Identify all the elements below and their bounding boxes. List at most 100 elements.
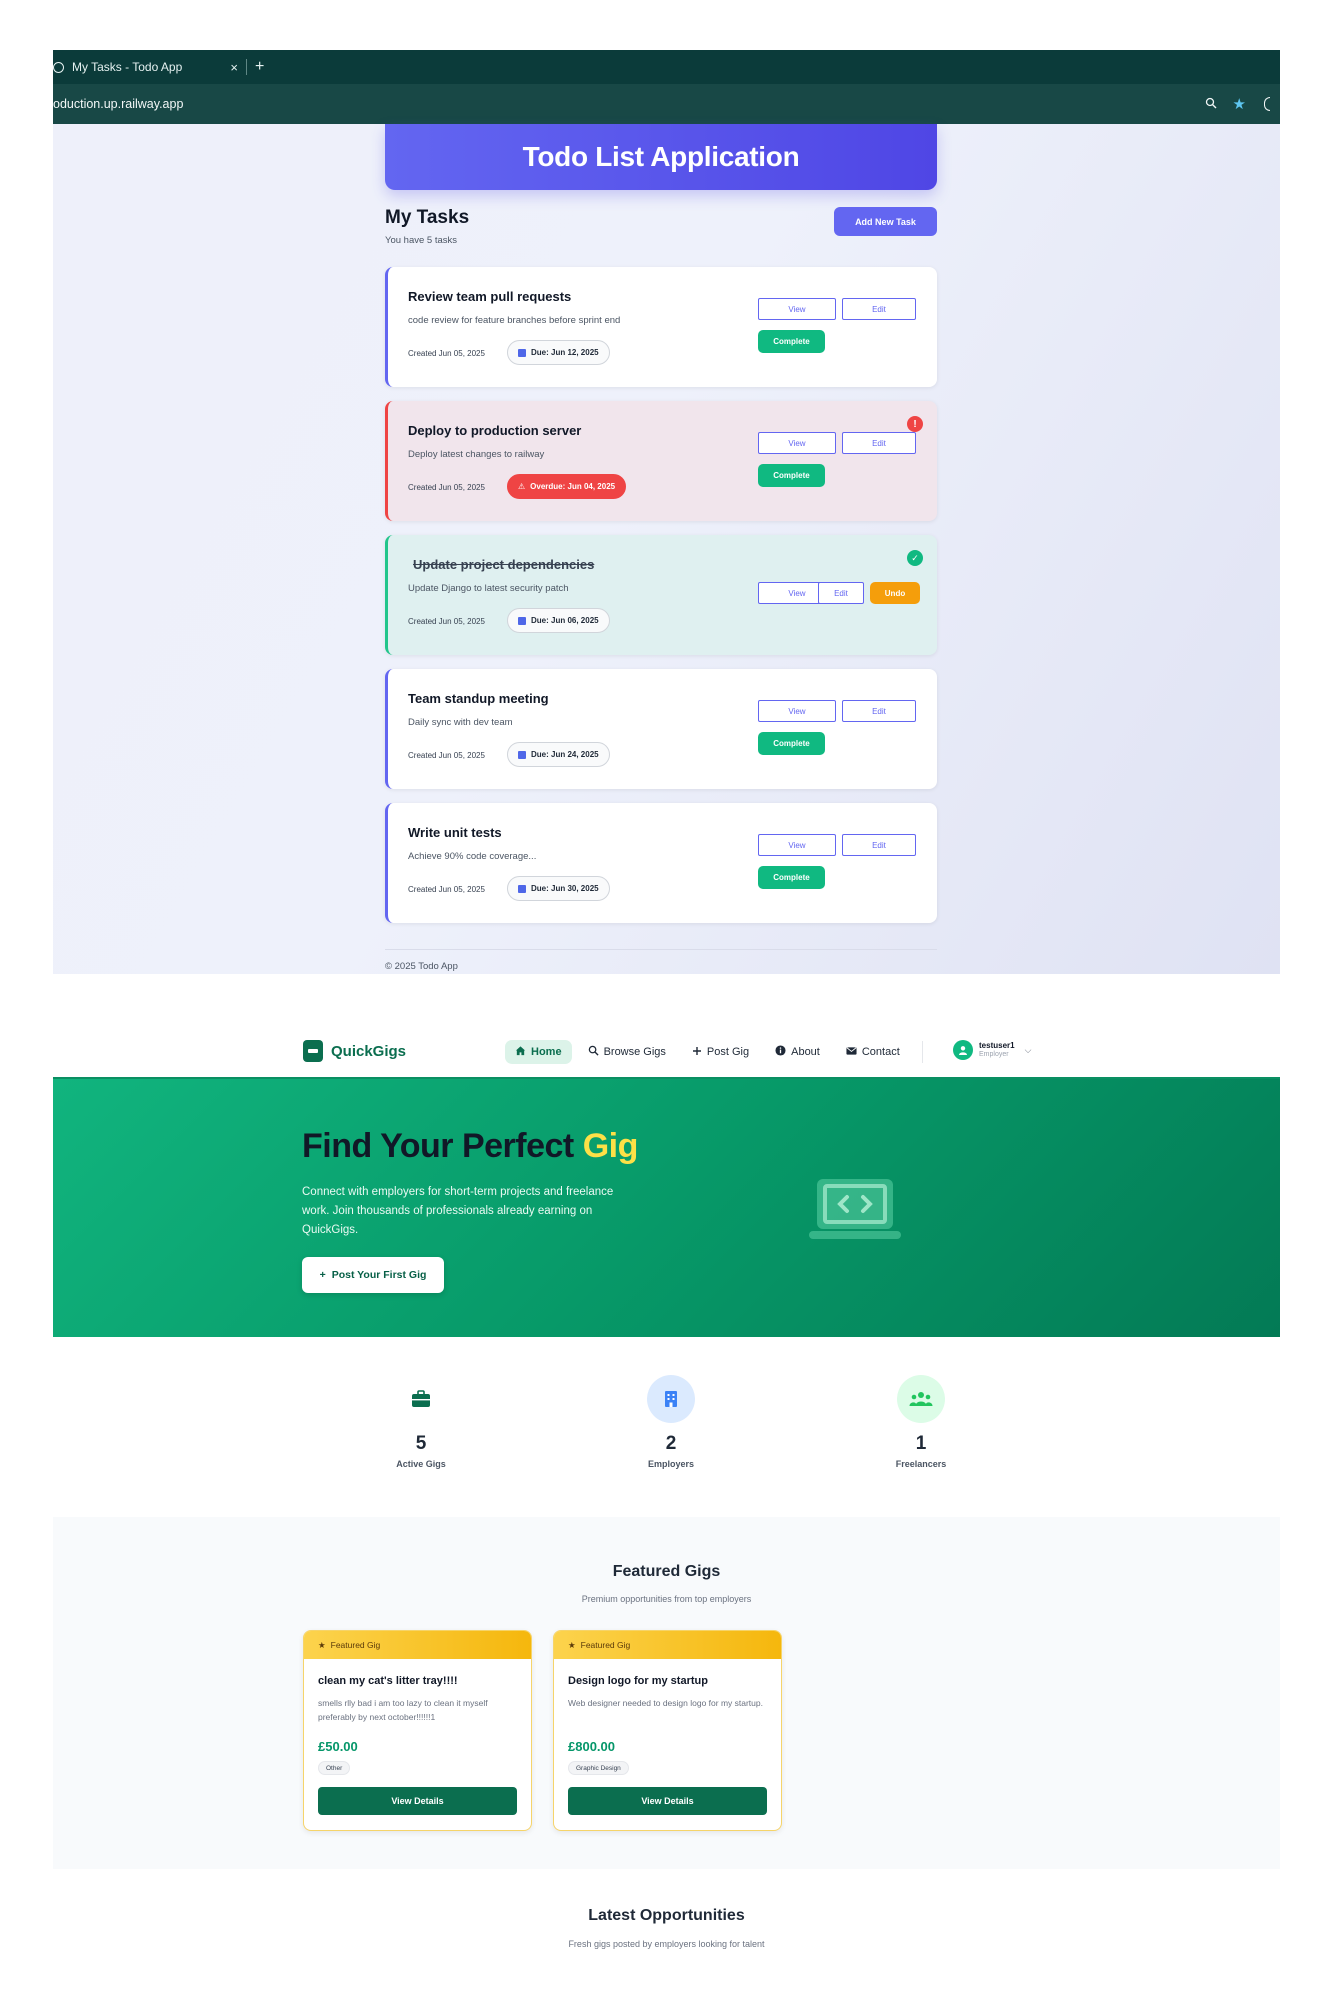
- featured-badge-label: Featured Gig: [330, 1640, 381, 1650]
- due-date-text: Due: Jun 30, 2025: [531, 884, 599, 893]
- view-details-button[interactable]: View Details: [318, 1787, 517, 1815]
- task-created-date: Created Jun 05, 2025: [408, 483, 485, 492]
- screenshot-root: My Tasks - Todo App × + oduction.up.rail…: [0, 0, 1333, 2000]
- profile-icon[interactable]: [1264, 97, 1270, 111]
- undo-button[interactable]: Undo: [870, 582, 920, 604]
- post-first-gig-button[interactable]: + Post Your First Gig: [302, 1257, 444, 1293]
- due-date-text: Due: Jun 12, 2025: [531, 348, 599, 357]
- nav-home[interactable]: Home: [505, 1040, 572, 1064]
- new-tab-button[interactable]: +: [255, 58, 264, 76]
- cta-label: Post Your First Gig: [331, 1269, 427, 1281]
- edit-button[interactable]: Edit: [842, 432, 916, 454]
- latest-subtitle: Fresh gigs posted by employers looking f…: [568, 1939, 765, 1949]
- brand[interactable]: QuickGigs: [303, 1040, 406, 1062]
- calendar-icon: [518, 616, 526, 625]
- view-button[interactable]: View: [758, 834, 836, 856]
- task-description: Update Django to latest security patch: [408, 583, 569, 594]
- task-description: Deploy latest changes to railway: [408, 449, 545, 460]
- nav-post-gig[interactable]: Post Gig: [682, 1041, 759, 1064]
- edit-button[interactable]: Edit: [842, 834, 916, 856]
- zoom-icon[interactable]: [1205, 97, 1217, 112]
- address-bar: oduction.up.railway.app ★: [53, 84, 1280, 124]
- complete-button[interactable]: Complete: [758, 866, 825, 889]
- latest-title: Latest Opportunities: [588, 1907, 745, 1924]
- tab-divider: [246, 59, 247, 75]
- check-icon: ✓: [907, 550, 923, 566]
- briefcase-logo-icon: [303, 1040, 323, 1062]
- complete-button[interactable]: Complete: [758, 464, 825, 487]
- star-icon: ★: [318, 1639, 326, 1650]
- gig-title: clean my cat's litter tray!!!!: [318, 1675, 458, 1687]
- nav-contact[interactable]: Contact: [836, 1041, 910, 1064]
- due-date-text: Overdue: Jun 04, 2025: [530, 482, 616, 491]
- task-title: Review team pull requests: [408, 289, 572, 304]
- nav-label: Post Gig: [706, 1046, 750, 1058]
- task-description: Achieve 90% code coverage...: [408, 851, 537, 862]
- bookmark-star-icon[interactable]: ★: [1233, 95, 1246, 113]
- gig-description: smells rlly bad i am too lazy to clean i…: [318, 1698, 488, 1722]
- task-description: Daily sync with dev team: [408, 717, 513, 728]
- tasks-header: My Tasks You have 5 tasks Add New Task: [385, 207, 937, 267]
- stat-employers: 2 Employers: [611, 1375, 731, 1469]
- edit-button[interactable]: Edit: [842, 298, 916, 320]
- task-card: Update project dependencies Update Django…: [385, 535, 937, 655]
- complete-button[interactable]: Complete: [758, 330, 825, 353]
- nav-label: Browse Gigs: [603, 1046, 666, 1058]
- home-icon: [515, 1045, 526, 1059]
- nav-links: Home Browse Gigs Post Gig About Contact: [505, 1040, 929, 1064]
- stat-label: Freelancers: [895, 1459, 947, 1469]
- task-count: You have 5 tasks: [385, 235, 458, 246]
- view-button[interactable]: View: [758, 298, 836, 320]
- featured-gig-header: ★ Featured Gig: [304, 1631, 531, 1659]
- nav-label: About: [791, 1046, 820, 1058]
- url-text[interactable]: oduction.up.railway.app: [53, 97, 1189, 111]
- hero-subtitle: Connect with employers for short-term pr…: [302, 1186, 614, 1236]
- user-menu[interactable]: testuser1 Employer ⌵: [953, 1040, 1031, 1060]
- view-button[interactable]: View: [758, 700, 836, 722]
- task-title: Write unit tests: [408, 825, 502, 840]
- gig-price: £50.00: [318, 1739, 358, 1754]
- task-title: Deploy to production server: [408, 423, 582, 438]
- envelope-icon: [846, 1046, 857, 1059]
- due-date-text: Due: Jun 06, 2025: [531, 616, 599, 625]
- task-created-date: Created Jun 05, 2025: [408, 617, 485, 626]
- nav-browse-gigs[interactable]: Browse Gigs: [578, 1040, 676, 1064]
- featured-badge-label: Featured Gig: [580, 1640, 631, 1650]
- task-created-date: Created Jun 05, 2025: [408, 349, 485, 358]
- gig-title: Design logo for my startup: [568, 1675, 708, 1687]
- task-created-date: Created Jun 05, 2025: [408, 751, 485, 760]
- featured-gig-card: ★ Featured Gig clean my cat's litter tray!…: [303, 1630, 532, 1831]
- edit-button[interactable]: Edit: [842, 700, 916, 722]
- view-button[interactable]: View: [758, 432, 836, 454]
- plus-icon: [692, 1046, 702, 1059]
- nav-divider: [921, 1041, 923, 1063]
- avatar-user-icon: [953, 1040, 973, 1060]
- task-created-date: Created Jun 05, 2025: [408, 885, 485, 894]
- navbar: QuickGigs Home Browse Gigs Post Gig About Co…: [53, 1027, 1280, 1077]
- featured-gigs-section: Featured Gigs Premium opportunities from…: [53, 1517, 1280, 1869]
- featured-gig-header: ★ Featured Gig: [554, 1631, 781, 1659]
- user-role: Employer: [979, 1050, 1009, 1058]
- browser-tab[interactable]: My Tasks - Todo App ×: [53, 50, 238, 84]
- alert-icon: !: [907, 416, 923, 432]
- briefcase-icon: [397, 1375, 445, 1423]
- nav-about[interactable]: About: [765, 1040, 830, 1064]
- task-card: Team standup meeting Daily sync with dev …: [385, 669, 937, 789]
- stat-label: Active Gigs: [396, 1459, 446, 1469]
- due-date-badge: Due: Jun 12, 2025: [507, 340, 610, 365]
- todo-container: Todo List Application My Tasks You have …: [385, 124, 937, 937]
- view-details-button[interactable]: View Details: [568, 1787, 767, 1815]
- task-card: Review team pull requests code review for…: [385, 267, 937, 387]
- todo-footer: © 2025 Todo App: [385, 949, 937, 972]
- gig-category-tag: Graphic Design: [568, 1761, 629, 1775]
- tab-close-icon[interactable]: ×: [230, 60, 238, 75]
- plus-icon: +: [319, 1269, 326, 1281]
- gig-description: Web designer needed to design logo for m…: [568, 1698, 763, 1708]
- hero-title-main: Find Your Perfect: [302, 1127, 583, 1165]
- edit-button[interactable]: Edit: [818, 582, 864, 604]
- add-new-task-button[interactable]: Add New Task: [834, 207, 937, 236]
- search-icon: [588, 1045, 599, 1059]
- complete-button[interactable]: Complete: [758, 732, 825, 755]
- task-title: Update project dependencies: [413, 557, 595, 572]
- stat-value: 2: [665, 1433, 677, 1454]
